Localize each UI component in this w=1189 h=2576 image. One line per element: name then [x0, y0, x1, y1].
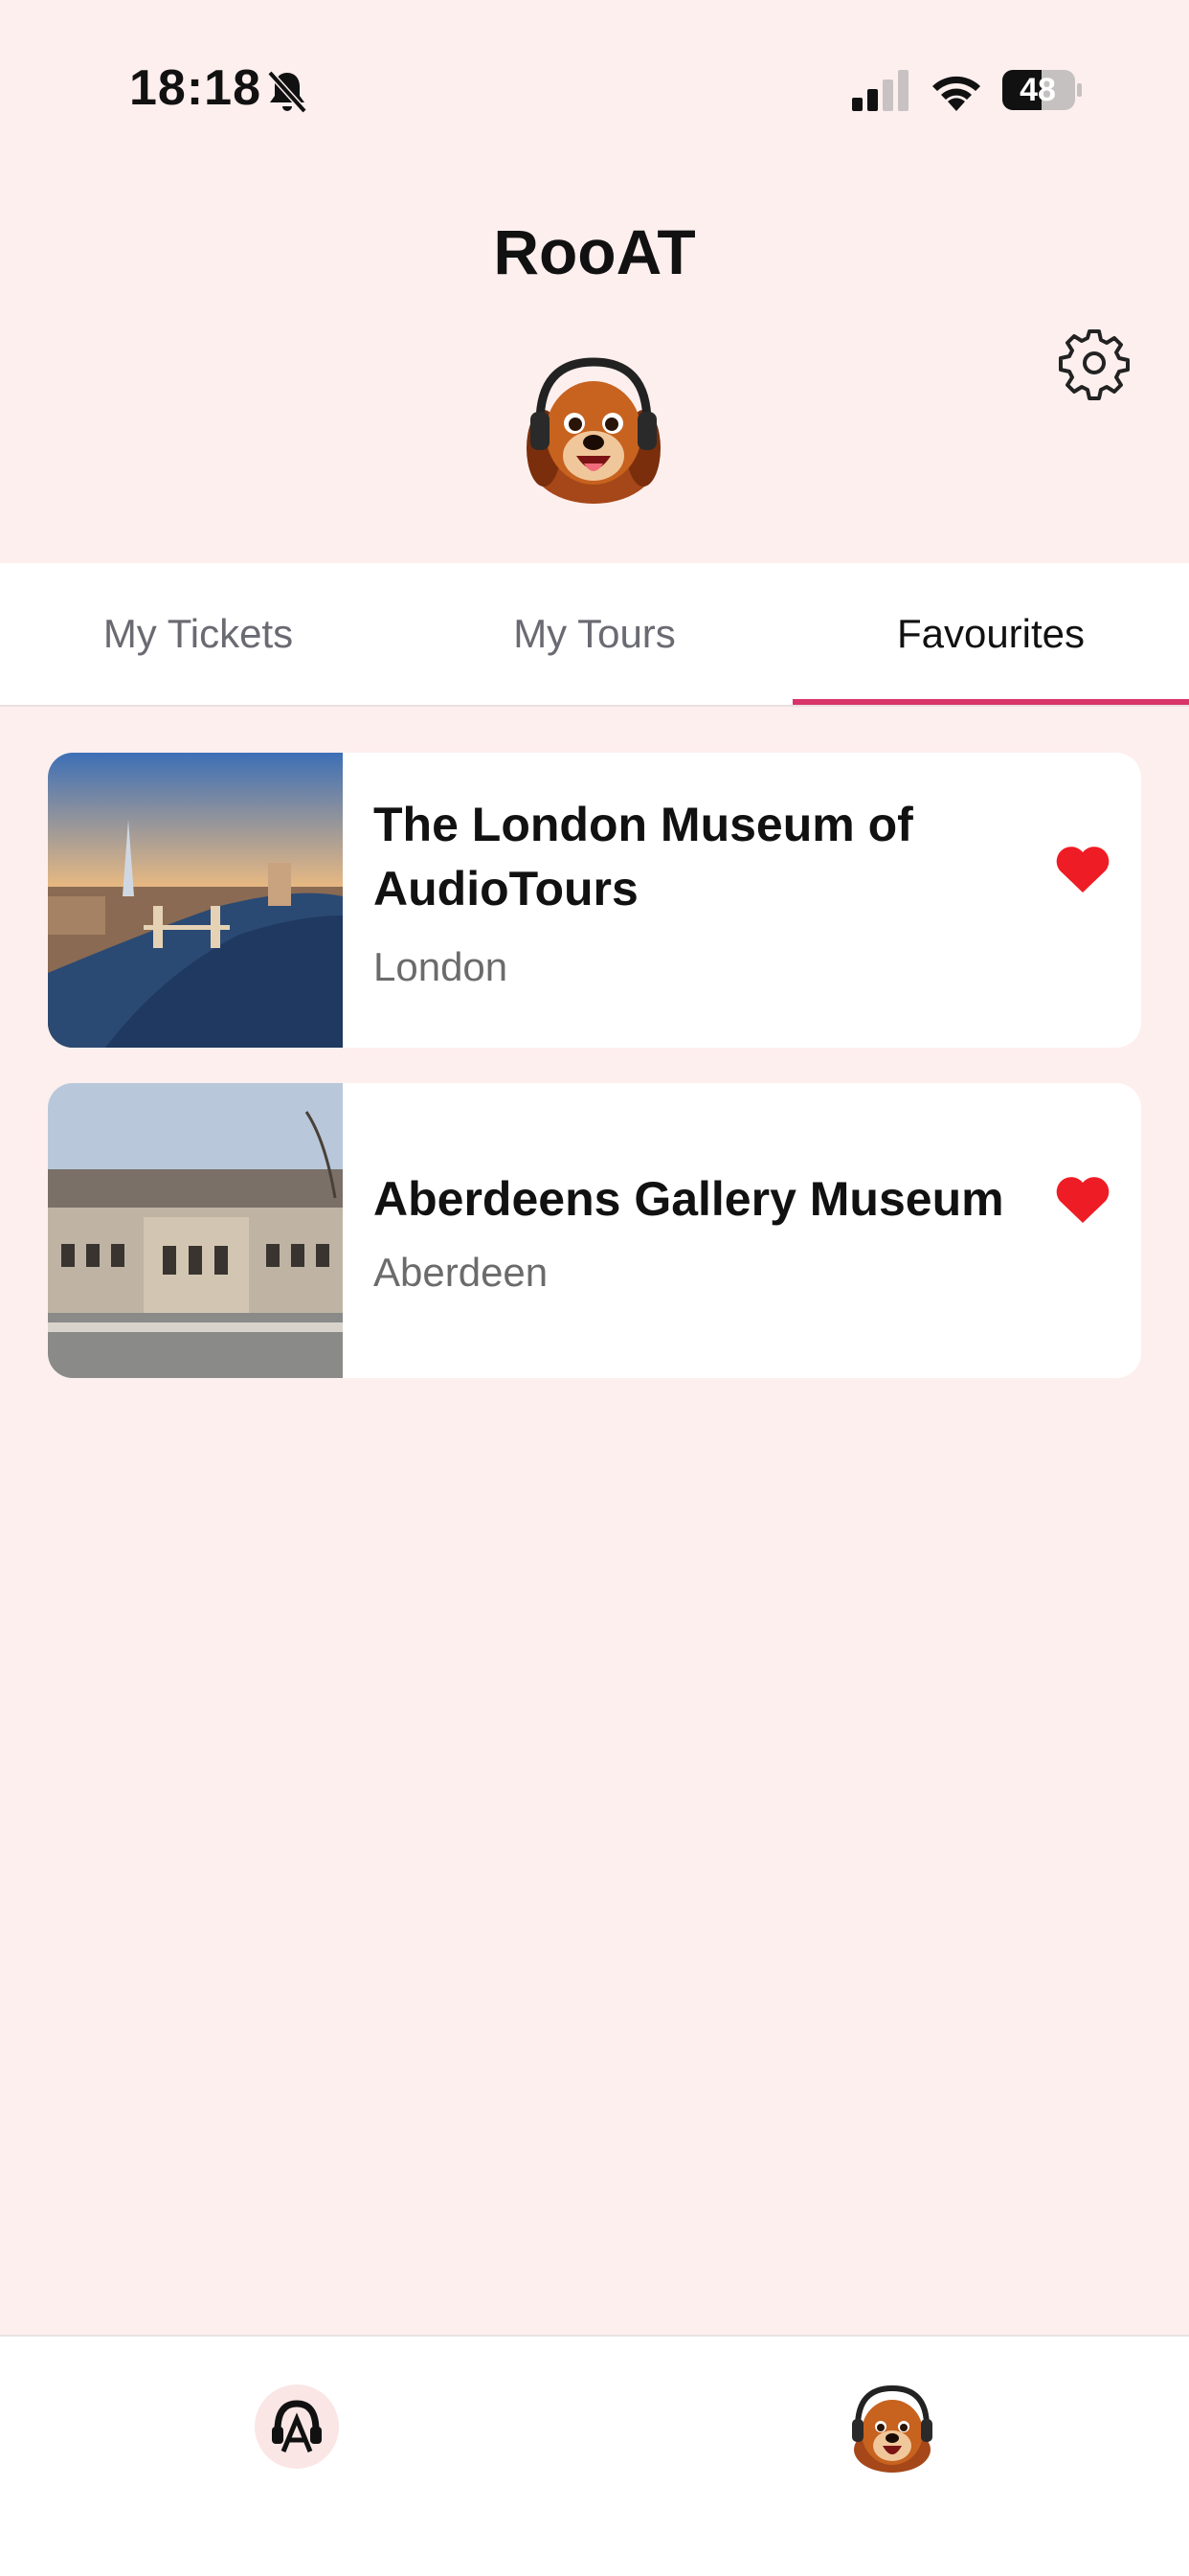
aberdeen-thumbnail [48, 1083, 343, 1378]
venue-location: London [373, 944, 508, 989]
heart-icon[interactable] [1055, 1175, 1110, 1225]
heart-icon[interactable] [1055, 845, 1110, 894]
favourite-card-aberdeen[interactable]: Aberdeens Gallery Museum Aberdeen [48, 1083, 1141, 1378]
london-thumbnail [48, 753, 343, 1048]
venue-title: The London Museum of AudioTours [373, 798, 913, 915]
app-title: RooAT [493, 216, 696, 287]
bell-slash-icon [267, 70, 307, 114]
cellular-signal-icon [852, 70, 909, 111]
tab-my-tickets[interactable]: My Tickets [0, 563, 396, 705]
status-bar: 18:18 48 [0, 0, 1189, 182]
active-tab-indicator [793, 699, 1189, 705]
gear-icon[interactable] [1057, 326, 1132, 400]
headphones-logo-icon[interactable] [251, 2381, 343, 2473]
wifi-icon [932, 76, 980, 111]
venue-location: Aberdeen [373, 1250, 549, 1295]
battery-level: 48 [1020, 72, 1056, 108]
status-time: 18:18 [129, 60, 261, 116]
mascot-avatar [527, 357, 661, 504]
tab-bar: My Tickets My Tours Favourites [0, 563, 1189, 707]
tab-my-tours[interactable]: My Tours [396, 563, 793, 705]
dog-avatar-icon[interactable] [846, 2381, 938, 2473]
venue-title: Aberdeens Gallery Museum [373, 1172, 1004, 1226]
bottom-nav [0, 2335, 1189, 2576]
tab-favourites[interactable]: Favourites [793, 563, 1189, 705]
favourite-card-london[interactable]: The London Museum of AudioTours London [48, 753, 1141, 1048]
